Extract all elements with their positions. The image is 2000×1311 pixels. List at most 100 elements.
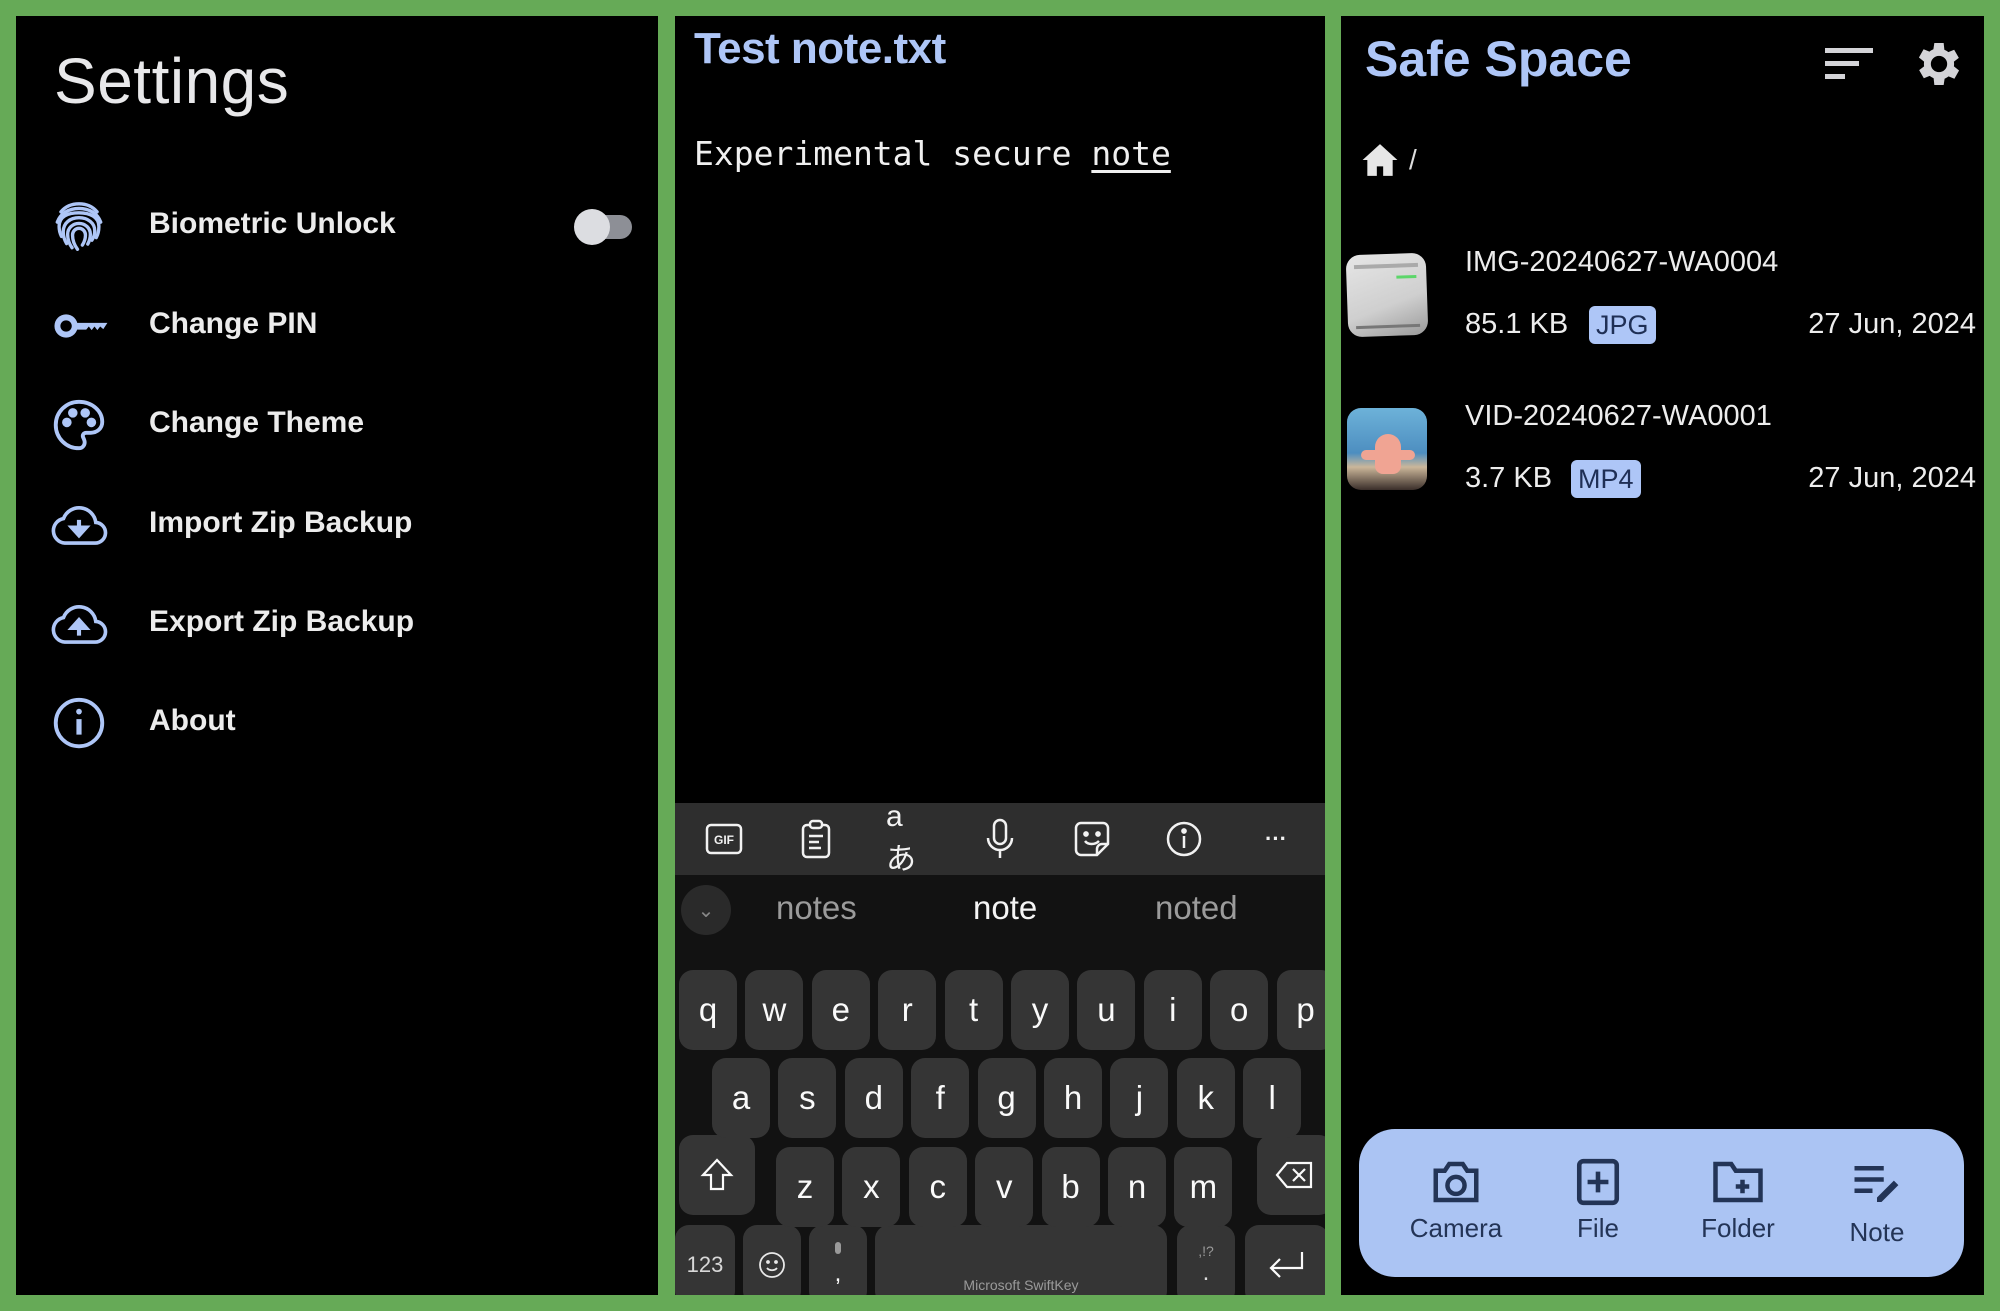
breadcrumb-separator: / <box>1409 144 1417 175</box>
emoji-icon <box>759 1252 785 1278</box>
add-folder-button[interactable]: Folder <box>1678 1157 1798 1257</box>
settings-button[interactable] <box>1911 36 1967 92</box>
sort-icon <box>1825 48 1873 79</box>
key-h[interactable]: h <box>1044 1058 1102 1138</box>
microphone-icon <box>986 818 1014 858</box>
key-u[interactable]: u <box>1077 970 1136 1050</box>
settings-title: Settings <box>54 45 290 117</box>
file-date: 27 Jun, 2024 <box>1808 308 1976 340</box>
gear-icon <box>1918 43 1960 85</box>
suggestion-center[interactable]: note <box>973 889 1037 927</box>
key-n[interactable]: n <box>1108 1147 1166 1227</box>
emoji-key[interactable] <box>743 1225 801 1295</box>
note-current-word: note <box>1091 134 1171 173</box>
settings-item-change-pin[interactable]: Change PIN <box>16 281 658 371</box>
backspace-icon <box>1275 1161 1313 1189</box>
key-c[interactable]: c <box>908 1147 967 1227</box>
file-name: VID-20240627-WA0001 <box>1465 400 1772 432</box>
file-row[interactable]: VID-20240627-WA0001 3.7 KB MP4 27 Jun, 2… <box>1341 394 1984 524</box>
key-a[interactable]: a <box>712 1058 770 1138</box>
key-m[interactable]: m <box>1174 1147 1233 1227</box>
settings-item-import-zip-backup[interactable]: Import Zip Backup <box>16 480 658 570</box>
translate-button[interactable]: aあ <box>886 800 930 876</box>
suggestion-right[interactable]: noted <box>1155 889 1238 927</box>
collapse-suggestions-button[interactable]: ⌄ <box>681 885 731 935</box>
backspace-key[interactable] <box>1257 1135 1325 1215</box>
enter-key[interactable] <box>1245 1225 1325 1295</box>
key-w[interactable]: w <box>745 970 804 1050</box>
voice-button[interactable] <box>978 817 1022 861</box>
folder-label: Folder <box>1701 1213 1775 1243</box>
period-label: . <box>1202 1259 1210 1286</box>
key-x[interactable]: x <box>842 1147 901 1227</box>
gif-icon: GIF <box>705 823 743 855</box>
key-p[interactable]: p <box>1276 970 1325 1050</box>
settings-item-label: Export Zip Backup <box>149 605 415 638</box>
more-button[interactable]: ··· <box>1254 817 1298 861</box>
sticker-button[interactable] <box>1070 817 1114 861</box>
space-key[interactable]: Microsoft SwiftKey <box>875 1225 1167 1295</box>
file-type-badge: MP4 <box>1571 460 1641 498</box>
key-l[interactable]: l <box>1243 1058 1302 1138</box>
punctuation-hint: ,!? <box>1198 1243 1214 1259</box>
settings-item-change-theme[interactable]: Change Theme <box>16 380 658 470</box>
settings-item-biometric-unlock[interactable]: Biometric Unlock <box>16 181 658 271</box>
key-f[interactable]: f <box>911 1058 970 1138</box>
key-k[interactable]: k <box>1176 1058 1235 1138</box>
file-type-badge: JPG <box>1589 306 1656 344</box>
svg-text:GIF: GIF <box>714 833 734 847</box>
shift-key[interactable] <box>679 1135 755 1215</box>
clipboard-button[interactable] <box>794 817 838 861</box>
add-note-button[interactable]: Note <box>1817 1157 1937 1257</box>
note-label: Note <box>1849 1217 1905 1247</box>
home-icon[interactable] <box>1361 142 1399 178</box>
shift-icon <box>700 1158 734 1191</box>
key-s[interactable]: s <box>778 1058 837 1138</box>
note-text-area[interactable]: Experimental secure note <box>694 134 1171 173</box>
info-button[interactable] <box>1162 817 1206 861</box>
biometric-toggle[interactable] <box>574 209 634 245</box>
settings-item-about[interactable]: About <box>16 678 658 768</box>
vault-screen: Safe Space / IMG-20240627-WA0004 85.1 KB… <box>1341 16 1984 1295</box>
gif-button[interactable]: GIF <box>702 817 746 861</box>
key-o[interactable]: o <box>1210 970 1269 1050</box>
key-r[interactable]: r <box>878 970 937 1050</box>
key-e[interactable]: e <box>811 970 870 1050</box>
numbers-key[interactable]: 123 <box>675 1225 735 1295</box>
sort-button[interactable] <box>1821 36 1877 92</box>
chevron-down-icon: ⌄ <box>697 899 715 922</box>
file-size: 85.1 KB <box>1465 308 1569 340</box>
period-key[interactable]: ,!? . <box>1177 1225 1235 1295</box>
comma-key[interactable]: , <box>809 1225 867 1295</box>
file-size: 3.7 KB <box>1465 462 1553 494</box>
key-y[interactable]: y <box>1011 970 1069 1050</box>
settings-item-label: About <box>149 704 236 737</box>
cloud-upload-icon <box>51 605 108 644</box>
key-z[interactable]: z <box>776 1147 834 1227</box>
info-icon <box>53 697 105 749</box>
file-row[interactable]: IMG-20240627-WA0004 85.1 KB JPG 27 Jun, … <box>1341 240 1984 370</box>
add-file-button[interactable]: File <box>1538 1157 1658 1257</box>
file-thumbnail <box>1347 408 1427 490</box>
palette-icon <box>53 399 105 451</box>
fingerprint-icon <box>55 202 103 251</box>
note-title: Test note.txt <box>694 24 946 73</box>
key-q[interactable]: q <box>679 970 737 1050</box>
file-thumbnail <box>1345 252 1429 338</box>
suggestion-left[interactable]: notes <box>776 889 857 927</box>
file-date: 27 Jun, 2024 <box>1808 462 1976 494</box>
settings-item-export-zip-backup[interactable]: Export Zip Backup <box>16 579 658 669</box>
settings-item-label: Change PIN <box>149 307 318 340</box>
enter-icon <box>1269 1252 1304 1278</box>
key-t[interactable]: t <box>944 970 1003 1050</box>
note-text: Experimental secure <box>694 134 1092 173</box>
sticker-icon <box>1074 821 1110 857</box>
key-g[interactable]: g <box>977 1058 1036 1138</box>
key-d[interactable]: d <box>844 1058 903 1138</box>
key-b[interactable]: b <box>1041 1147 1100 1227</box>
key-j[interactable]: j <box>1110 1058 1169 1138</box>
key-v[interactable]: v <box>975 1147 1034 1227</box>
key-i[interactable]: i <box>1143 970 1202 1050</box>
comma-label: , <box>834 1260 842 1287</box>
camera-button[interactable]: Camera <box>1396 1157 1516 1257</box>
